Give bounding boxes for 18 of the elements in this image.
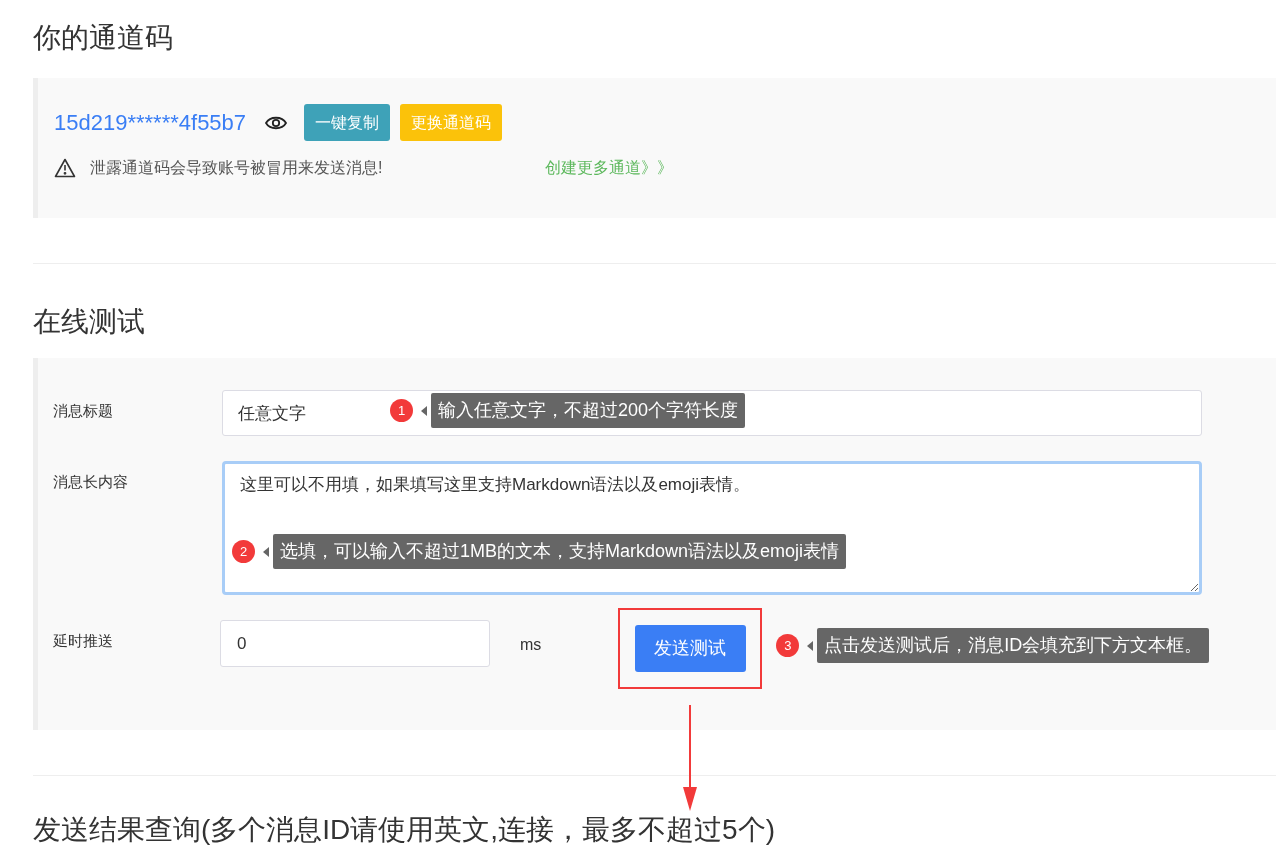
field-label: 消息长内容 [53,472,129,492]
copy-button[interactable]: 一键复制 [304,104,391,141]
field-label: 延时推送 [53,631,114,651]
section-heading: 在线测试 [33,305,146,339]
warning-text: 泄露通道码会导致账号被冒用来发送消息! [90,158,384,178]
unit-label: ms [520,635,542,655]
warning-icon [54,158,76,178]
delay-input[interactable]: 0 [220,620,490,667]
section-heading: 你的通道码 [33,21,174,55]
channel-code: 15d219******4f55b7 [54,109,247,137]
create-channel-link[interactable]: 创建更多通道》》 [545,156,673,180]
number-badge: 3 [776,634,800,657]
hint-tooltip: 点击发送测试后，消息ID会填充到下方文本框。 [817,628,1210,663]
field-label: 消息标题 [53,401,114,421]
hint-tooltip: 选填，可以输入不超过1MB的文本，支持Markdown语法以及emoji表情 [273,534,847,569]
send-test-button[interactable]: 发送测试 [634,625,746,672]
section-heading: 发送结果查询(多个消息ID请使用英文,连接，最多不超过5个) [33,813,776,847]
hint-tooltip: 输入任意文字，不超过200个字符长度 [431,393,746,428]
